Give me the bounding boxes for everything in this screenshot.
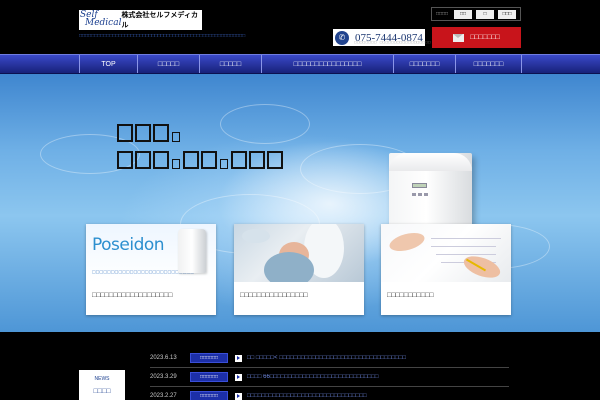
phone-hours: □□□□□□□□ □□□□□□□□□□□□□□□□□□ <box>354 40 431 44</box>
hero-headline-line-2 <box>117 151 283 169</box>
paper-line <box>431 246 496 247</box>
nav-item-2[interactable]: □□□□□ <box>138 55 200 73</box>
contact-button[interactable]: □□□□□□□ <box>432 27 521 48</box>
card-caption: □□□□□□□□□□□□□□□□□□□ <box>92 292 173 299</box>
font-size-switcher: □□□□ □□ □ □□□ <box>431 7 521 21</box>
company-logo[interactable]: Self Medical 株式会社セルフメディカル <box>79 10 202 30</box>
font-size-small-button[interactable]: □□ <box>454 9 472 19</box>
news-badge-ja: □□□□ <box>93 388 111 395</box>
device-button <box>424 193 428 196</box>
news-category-badge: □□□□□□ <box>190 372 228 382</box>
contact-button-label: □□□□□□□ <box>470 34 500 41</box>
device-top <box>389 153 472 171</box>
nav-item-top[interactable]: TOP <box>80 55 138 73</box>
card-consult-image <box>381 224 511 282</box>
paper-line <box>431 238 501 239</box>
company-name: 株式会社セルフメディカル <box>121 12 198 29</box>
nav-item-4[interactable]: □□□□□□□□□□□□□□□□ <box>262 55 394 73</box>
site-header: Self Medical 株式会社セルフメディカル □□□□□□□□□□□□□□… <box>0 0 600 54</box>
dental-lamp <box>242 229 270 243</box>
news-title-link[interactable]: □□ □□□□□< □□□□□□□□□□□□□□□□□□□□□□□□□□□□□□… <box>247 355 497 361</box>
device-button <box>418 193 422 196</box>
poseidon-logo-text: Poseidon <box>92 235 165 255</box>
mail-icon <box>453 33 465 42</box>
nav-item-5[interactable]: □□□□□□□ <box>394 55 456 73</box>
hero-headline: □□□□□ □□□□□□□□□□□ <box>117 124 283 178</box>
card-dental[interactable]: □□□□□□□□□□□□□□□□ <box>234 224 364 315</box>
phone-icon: ✆ <box>335 30 349 45</box>
card-consult[interactable]: □□□□□□□□□□□ <box>381 224 511 315</box>
news-title-link[interactable]: □□□□□□□□□□□□□□□□□□□□□□□□□□□□□□□□□ <box>247 393 497 399</box>
device-button <box>412 193 416 196</box>
news-title-link[interactable]: □□□□ 66□□□□□□□□□□□□□□□□□□□□□□□□□□□□□□ <box>247 374 497 380</box>
news-badge-en: NEWS <box>94 376 110 382</box>
paper-line <box>436 254 496 255</box>
news-item[interactable]: 2023.3.29 □□□□□□ □□□□ 66□□□□□□□□□□□□□□□□… <box>150 368 509 387</box>
site-tagline: □□□□□□□□□□□□□□□□□□□□□□□□□□□□□□□□□□□□□□□□… <box>79 33 246 39</box>
card-dental-image <box>234 224 364 282</box>
card-poseidon-image: Poseidon □□□□□□□□□□□□□□□□□□□□□□□□□□□ <box>86 224 216 282</box>
arrow-right-icon <box>235 354 242 362</box>
arrow-right-icon <box>235 373 242 381</box>
news-date: 2023.6.13 <box>150 355 177 361</box>
card-caption: □□□□□□□□□□□ <box>387 292 434 299</box>
font-size-medium-button[interactable]: □ <box>476 9 494 19</box>
news-item[interactable]: 2023.2.27 □□□□□□ □□□□□□□□□□□□□□□□□□□□□□□… <box>150 387 509 400</box>
logo-mark: Self Medical <box>79 10 121 30</box>
card-poseidon[interactable]: Poseidon □□□□□□□□□□□□□□□□□□□□□□□□□□□ □□□… <box>86 224 216 315</box>
news-badge: NEWS □□□□ <box>79 370 125 400</box>
patient-bib <box>264 252 314 282</box>
news-category-badge: □□□□□□ <box>190 353 228 363</box>
card-caption: □□□□□□□□□□□□□□□□ <box>240 292 308 299</box>
news-date: 2023.2.27 <box>150 393 177 399</box>
font-size-label: □□□□ <box>436 11 449 17</box>
news-date: 2023.3.29 <box>150 374 177 380</box>
hand-left <box>387 229 427 255</box>
logo-line-2: Medical <box>85 18 122 28</box>
poseidon-device-image <box>178 229 206 273</box>
nav-item-3[interactable]: □□□□□ <box>200 55 262 73</box>
arrow-right-icon <box>235 392 242 400</box>
news-section: NEWS □□□□ 2023.6.13 □□□□□□ □□ □□□□□< □□□… <box>0 332 600 400</box>
hero-headline-line-1 <box>117 124 283 142</box>
news-item[interactable]: 2023.6.13 □□□□□□ □□ □□□□□< □□□□□□□□□□□□□… <box>150 349 509 368</box>
font-size-large-button[interactable]: □□□ <box>498 9 516 19</box>
news-category-badge: □□□□□□ <box>190 391 228 400</box>
global-nav: TOP □□□□□ □□□□□ □□□□□□□□□□□□□□□□ □□□□□□□… <box>0 54 600 74</box>
nav-list: TOP □□□□□ □□□□□ □□□□□□□□□□□□□□□□ □□□□□□□… <box>79 55 522 73</box>
nav-item-6[interactable]: □□□□□□□ <box>456 55 522 73</box>
device-display <box>412 183 427 188</box>
